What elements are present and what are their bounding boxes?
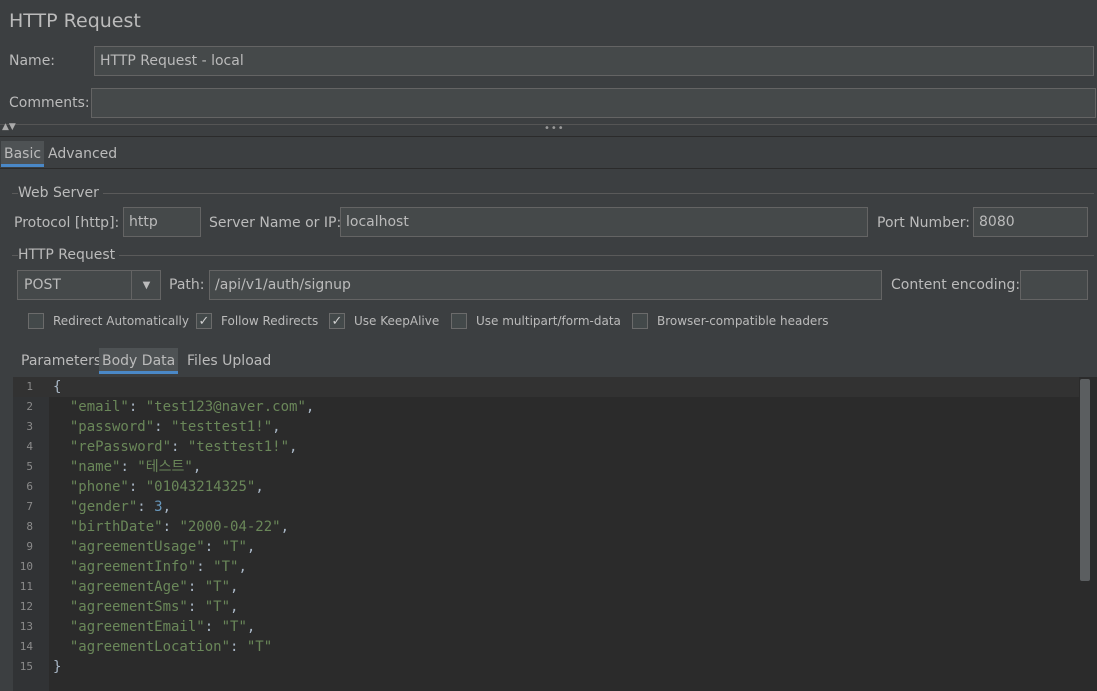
code-text: "agreementSms": "T", xyxy=(53,599,239,615)
protocol-label: Protocol [http]: xyxy=(14,215,120,231)
code-line[interactable]: 10 "agreementInfo": "T", xyxy=(13,557,1083,577)
code-text: "birthDate": "2000-04-22", xyxy=(53,519,290,535)
arrows-up-down-icon[interactable]: ▲▼ xyxy=(2,122,16,132)
line-number: 11 xyxy=(19,580,33,593)
comments-label: Comments: xyxy=(9,95,90,111)
tab-body-data[interactable]: Body Data xyxy=(99,348,179,374)
code-text: "agreementUsage": "T", xyxy=(53,539,256,555)
code-line[interactable]: 13 "agreementEmail": "T", xyxy=(13,617,1083,637)
checkbox-box[interactable] xyxy=(451,313,467,329)
checkmark-icon[interactable]: ✓ xyxy=(196,313,212,329)
code-line[interactable]: 9 "agreementUsage": "T", xyxy=(13,537,1083,557)
checkbox-label: Browser-compatible headers xyxy=(657,314,829,328)
web-server-group-title: Web Server xyxy=(18,185,103,201)
tab-files-upload[interactable]: Files Upload xyxy=(184,348,274,374)
comments-field[interactable] xyxy=(91,88,1096,118)
checkbox-label: Use multipart/form-data xyxy=(476,314,621,328)
code-line[interactable]: 1{ xyxy=(13,377,1083,397)
code-line[interactable]: 5 "name": "테스트", xyxy=(13,457,1083,477)
use-multipart-checkbox[interactable]: Use multipart/form-data xyxy=(451,313,621,329)
editor-scrollbar-thumb[interactable] xyxy=(1080,379,1090,581)
name-label: Name: xyxy=(9,53,56,69)
follow-redirects-checkbox[interactable]: ✓ Follow Redirects xyxy=(196,313,318,329)
tab-strip-divider xyxy=(0,168,1097,169)
line-number: 3 xyxy=(26,420,33,433)
path-field[interactable]: /api/v1/auth/signup xyxy=(209,270,882,300)
code-text: "gender": 3, xyxy=(53,499,172,515)
line-number: 8 xyxy=(26,520,33,533)
line-number: 2 xyxy=(26,400,33,413)
code-line[interactable]: 12 "agreementSms": "T", xyxy=(13,597,1083,617)
code-text: "agreementInfo": "T", xyxy=(53,559,247,575)
path-label: Path: xyxy=(169,277,205,293)
method-select-value: POST xyxy=(24,277,61,293)
code-text: "phone": "01043214325", xyxy=(53,479,264,495)
line-number: 9 xyxy=(26,540,33,553)
code-line[interactable]: 4 "rePassword": "testtest1!", xyxy=(13,437,1083,457)
line-number: 7 xyxy=(26,500,33,513)
line-number: 15 xyxy=(19,660,33,673)
checkbox-box[interactable] xyxy=(28,313,44,329)
checkbox-box[interactable] xyxy=(632,313,648,329)
tab-parameters[interactable]: Parameters xyxy=(18,348,104,374)
code-line[interactable]: 3 "password": "testtest1!", xyxy=(13,417,1083,437)
server-label: Server Name or IP: xyxy=(209,215,342,231)
checkbox-label: Redirect Automatically xyxy=(53,314,189,328)
line-number: 13 xyxy=(19,620,33,633)
code-line[interactable]: 8 "birthDate": "2000-04-22", xyxy=(13,517,1083,537)
chevron-down-icon[interactable]: ▼ xyxy=(131,271,161,299)
line-number: 1 xyxy=(26,380,33,393)
code-text: "name": "테스트", xyxy=(53,459,202,475)
code-text: { xyxy=(53,379,62,395)
web-server-group-line xyxy=(12,193,1094,194)
body-data-editor[interactable]: 1{2 "email": "test123@naver.com", 3 "pass… xyxy=(13,377,1097,691)
tab-advanced[interactable]: Advanced xyxy=(45,141,120,167)
port-field[interactable]: 8080 xyxy=(973,207,1088,237)
line-number: 10 xyxy=(19,560,33,573)
code-text: "rePassword": "testtest1!", xyxy=(53,439,298,455)
code-text: "agreementEmail": "T", xyxy=(53,619,256,635)
code-line[interactable]: 7 "gender": 3, xyxy=(13,497,1083,517)
tab-basic[interactable]: Basic xyxy=(1,141,45,167)
code-text: "agreementAge": "T", xyxy=(53,579,239,595)
panel-title: HTTP Request xyxy=(9,10,141,32)
content-encoding-label: Content encoding: xyxy=(891,277,1021,293)
name-field[interactable]: HTTP Request - local xyxy=(94,46,1094,76)
checkmark-icon[interactable]: ✓ xyxy=(329,313,345,329)
line-number: 6 xyxy=(26,480,33,493)
use-keepalive-checkbox[interactable]: ✓ Use KeepAlive xyxy=(329,313,439,329)
code-line[interactable]: 2 "email": "test123@naver.com", xyxy=(13,397,1083,417)
redirect-automatically-checkbox[interactable]: Redirect Automatically xyxy=(28,313,189,329)
code-line[interactable]: 11 "agreementAge": "T", xyxy=(13,577,1083,597)
code-text: } xyxy=(53,659,62,675)
code-line[interactable]: 6 "phone": "01043214325", xyxy=(13,477,1083,497)
http-request-group-line xyxy=(12,255,1094,256)
drag-handle-icon[interactable]: ••• xyxy=(544,123,565,134)
content-encoding-field[interactable] xyxy=(1020,270,1088,300)
line-number: 12 xyxy=(19,600,33,613)
checkbox-label: Use KeepAlive xyxy=(354,314,440,328)
checkbox-label: Follow Redirects xyxy=(221,314,319,328)
line-number: 14 xyxy=(19,640,33,653)
line-number: 5 xyxy=(26,460,33,473)
http-request-group-title: HTTP Request xyxy=(18,247,120,263)
code-line[interactable]: 15} xyxy=(13,657,1083,677)
server-field[interactable]: localhost xyxy=(340,207,868,237)
code-text: "password": "testtest1!", xyxy=(53,419,281,435)
code-line[interactable]: 14 "agreementLocation": "T" xyxy=(13,637,1083,657)
code-text: "email": "test123@naver.com", xyxy=(53,399,315,415)
protocol-field[interactable]: http xyxy=(123,207,201,237)
browser-compatible-headers-checkbox[interactable]: Browser-compatible headers xyxy=(632,313,829,329)
port-label: Port Number: xyxy=(877,215,970,231)
code-text: "agreementLocation": "T" xyxy=(53,639,273,655)
line-number: 4 xyxy=(26,440,33,453)
